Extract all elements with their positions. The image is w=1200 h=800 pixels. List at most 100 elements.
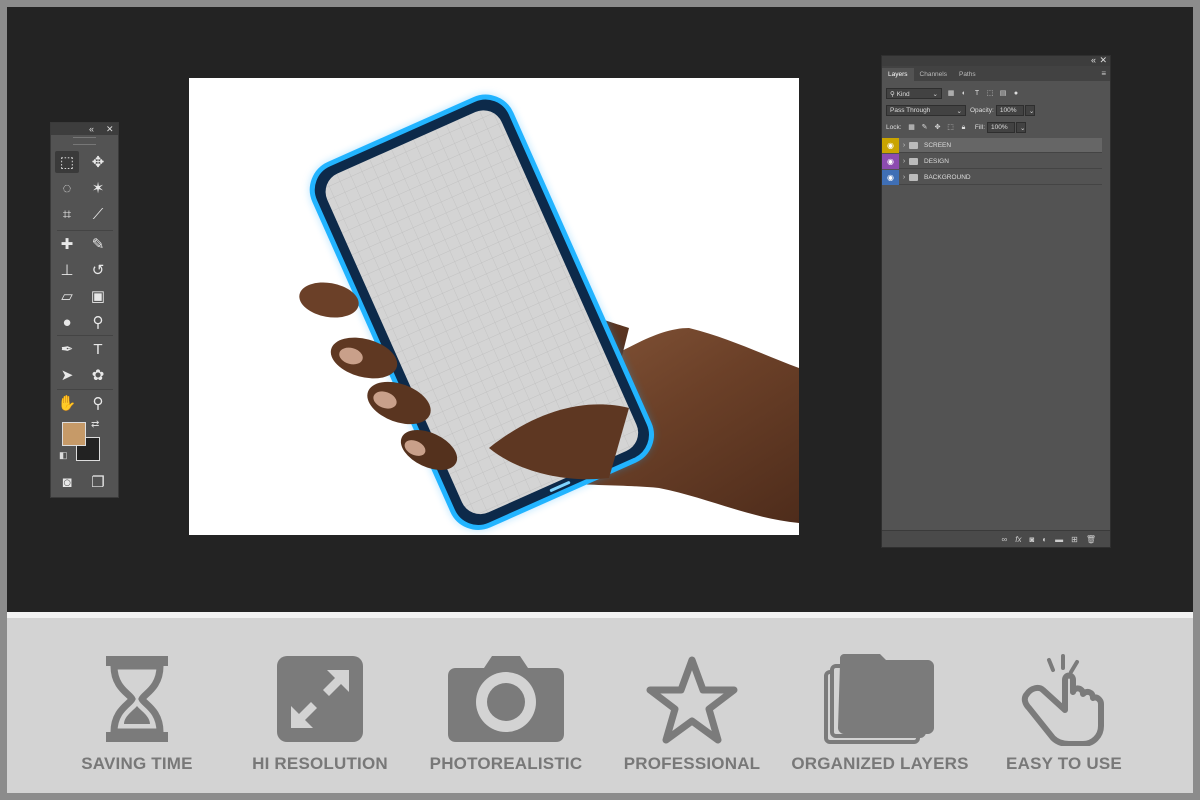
eraser-tool[interactable]: ▱ bbox=[55, 285, 79, 307]
filter-toggle-icon[interactable]: ● bbox=[1012, 90, 1020, 98]
layers-panel-header: « ✕ bbox=[882, 55, 1110, 66]
expand-chevron-icon[interactable]: › bbox=[899, 158, 909, 165]
screen-mode-tool[interactable]: ❐ bbox=[86, 471, 110, 493]
path-selection-tool[interactable]: ➤ bbox=[55, 364, 79, 386]
opacity-input[interactable]: 100% bbox=[995, 105, 1024, 116]
foreground-color-swatch[interactable] bbox=[62, 422, 86, 446]
blend-row: Pass Through ⌄ Opacity: 100% ⌄ bbox=[886, 105, 1106, 116]
chevron-down-icon: ⌄ bbox=[956, 107, 962, 115]
lock-all-icon[interactable]: 🔒︎ bbox=[960, 124, 968, 132]
lasso-tool[interactable]: ◌ bbox=[55, 177, 79, 199]
layer-row[interactable]: ◉ › DESIGN bbox=[882, 153, 1102, 169]
image-filter-icon[interactable]: ▦ bbox=[947, 90, 955, 98]
quick-mask-tool[interactable]: ◙ bbox=[55, 471, 79, 493]
lock-position-icon[interactable]: ✥ bbox=[934, 124, 942, 132]
feature-label: PHOTOREALISTIC bbox=[429, 754, 583, 773]
expand-chevron-icon[interactable]: › bbox=[899, 174, 909, 181]
close-icon[interactable]: ✕ bbox=[106, 123, 114, 135]
fill-value: 100% bbox=[991, 124, 1008, 131]
magic-wand-tool[interactable]: ✶ bbox=[86, 177, 110, 199]
layer-row[interactable]: ◉ › SCREEN bbox=[882, 137, 1102, 153]
feature-label: HI RESOLUTION bbox=[252, 754, 388, 773]
hourglass-icon bbox=[106, 656, 168, 742]
lock-label: Lock: bbox=[886, 124, 902, 131]
shape-filter-icon[interactable]: ⬚ bbox=[986, 90, 994, 98]
close-icon[interactable]: ✕ bbox=[1099, 55, 1107, 66]
feature-label: ORGANIZED LAYERS bbox=[791, 754, 969, 773]
adjustment-layer-icon[interactable]: ◐ bbox=[1042, 535, 1047, 544]
healing-brush-tool[interactable]: ✚ bbox=[55, 233, 79, 255]
tool-separator bbox=[57, 230, 113, 231]
feature-organized-layers: ORGANIZED LAYERS bbox=[785, 654, 975, 784]
visibility-eye-icon[interactable]: ◉ bbox=[882, 137, 899, 153]
layer-name: SCREEN bbox=[924, 141, 952, 149]
link-layers-icon[interactable]: ∞ bbox=[1002, 535, 1008, 544]
rectangular-marquee-tool[interactable]: ⬚ bbox=[55, 151, 79, 173]
type-filter-icon[interactable]: T bbox=[973, 90, 981, 98]
folder-icon bbox=[909, 157, 918, 165]
visibility-eye-icon[interactable]: ◉ bbox=[882, 169, 899, 185]
feature-saving-time: SAVING TIME bbox=[42, 654, 232, 784]
new-group-icon[interactable]: ▬ bbox=[1055, 535, 1063, 544]
fx-icon[interactable]: fx bbox=[1015, 535, 1021, 544]
adjustment-filter-icon[interactable]: ◐ bbox=[960, 90, 968, 98]
collapse-icon[interactable]: « bbox=[89, 123, 94, 135]
hand-tool[interactable]: ✋ bbox=[55, 392, 79, 414]
features-strip: SAVING TIME HI RESOLUTION PHOTOREALISTIC… bbox=[7, 618, 1193, 793]
filter-kind-select[interactable]: ⚲ Kind ⌄ bbox=[886, 88, 942, 99]
default-colors-icon[interactable]: ◧ bbox=[59, 450, 68, 461]
dodge-tool[interactable]: ⚲ bbox=[86, 311, 110, 333]
gradient-tool[interactable]: ▣ bbox=[86, 285, 110, 307]
trash-icon[interactable]: 🗑︎ bbox=[1086, 535, 1096, 544]
tab-layers[interactable]: Layers bbox=[882, 68, 914, 81]
folder-icon bbox=[909, 173, 918, 181]
smart-object-filter-icon[interactable]: ▤ bbox=[999, 90, 1007, 98]
tab-paths[interactable]: Paths bbox=[953, 68, 982, 81]
filter-kind-value: Kind bbox=[896, 90, 910, 98]
chevron-down-icon: ⌄ bbox=[1028, 107, 1035, 115]
fill-label: Fill: bbox=[974, 124, 985, 131]
expand-chevron-icon[interactable]: › bbox=[899, 142, 909, 149]
search-icon: ⚲ bbox=[890, 90, 895, 98]
lock-artboard-icon[interactable]: ⬚ bbox=[947, 124, 955, 132]
fill-dropdown[interactable]: ⌄ bbox=[1016, 122, 1026, 133]
phone-in-hand-image bbox=[299, 94, 799, 530]
hand-pointer-icon bbox=[1021, 654, 1104, 746]
blend-mode-select[interactable]: Pass Through ⌄ bbox=[886, 105, 966, 116]
new-layer-icon[interactable]: ⊞ bbox=[1071, 535, 1078, 544]
blur-tool[interactable]: ● bbox=[55, 311, 79, 333]
custom-shape-tool[interactable]: ✿ bbox=[86, 364, 110, 386]
add-mask-icon[interactable]: ◙ bbox=[1029, 535, 1034, 544]
visibility-eye-icon[interactable]: ◉ bbox=[882, 153, 899, 169]
opacity-dropdown[interactable]: ⌄ bbox=[1024, 105, 1035, 116]
lock-image-icon[interactable]: ✎ bbox=[921, 124, 929, 132]
collapse-icon[interactable]: « bbox=[1091, 55, 1096, 65]
opacity-value: 100% bbox=[999, 107, 1017, 114]
layer-row[interactable]: ◉ › BACKGROUND bbox=[882, 169, 1102, 185]
layer-name: BACKGROUND bbox=[924, 173, 971, 181]
clone-stamp-tool[interactable]: ⊥ bbox=[55, 259, 79, 281]
move-tool[interactable]: ✥ bbox=[86, 151, 110, 173]
eyedropper-tool[interactable]: ⟋ bbox=[86, 203, 110, 225]
chevron-down-icon: ⌄ bbox=[932, 90, 938, 98]
brush-tool[interactable]: ✎ bbox=[86, 233, 110, 255]
zoom-tool[interactable]: ⚲ bbox=[86, 392, 110, 414]
fill-input[interactable]: 100% bbox=[987, 122, 1015, 133]
lock-transparent-icon[interactable]: ▦ bbox=[908, 124, 916, 132]
tool-separator bbox=[57, 335, 113, 336]
document-canvas[interactable] bbox=[189, 78, 799, 535]
expand-icon bbox=[277, 656, 363, 742]
lock-row: Lock: ▦ ✎ ✥ ⬚ 🔒︎ Fill: 100% ⌄ bbox=[886, 122, 1106, 133]
feature-professional: PROFESSIONAL bbox=[597, 654, 787, 784]
swap-colors-icon[interactable]: ⇄ bbox=[91, 419, 99, 430]
opacity-label: Opacity: bbox=[970, 107, 994, 114]
crop-tool[interactable]: ⌗ bbox=[55, 203, 79, 225]
chevron-down-icon: ⌄ bbox=[1020, 124, 1026, 132]
tab-channels[interactable]: Channels bbox=[914, 68, 953, 81]
panel-menu-icon[interactable]: ≡ bbox=[1101, 69, 1106, 78]
layer-name: DESIGN bbox=[924, 157, 949, 165]
panel-grip[interactable] bbox=[73, 137, 96, 145]
pen-tool[interactable]: ✒ bbox=[55, 338, 79, 360]
type-tool[interactable]: T bbox=[86, 338, 110, 360]
history-brush-tool[interactable]: ↺ bbox=[86, 259, 110, 281]
